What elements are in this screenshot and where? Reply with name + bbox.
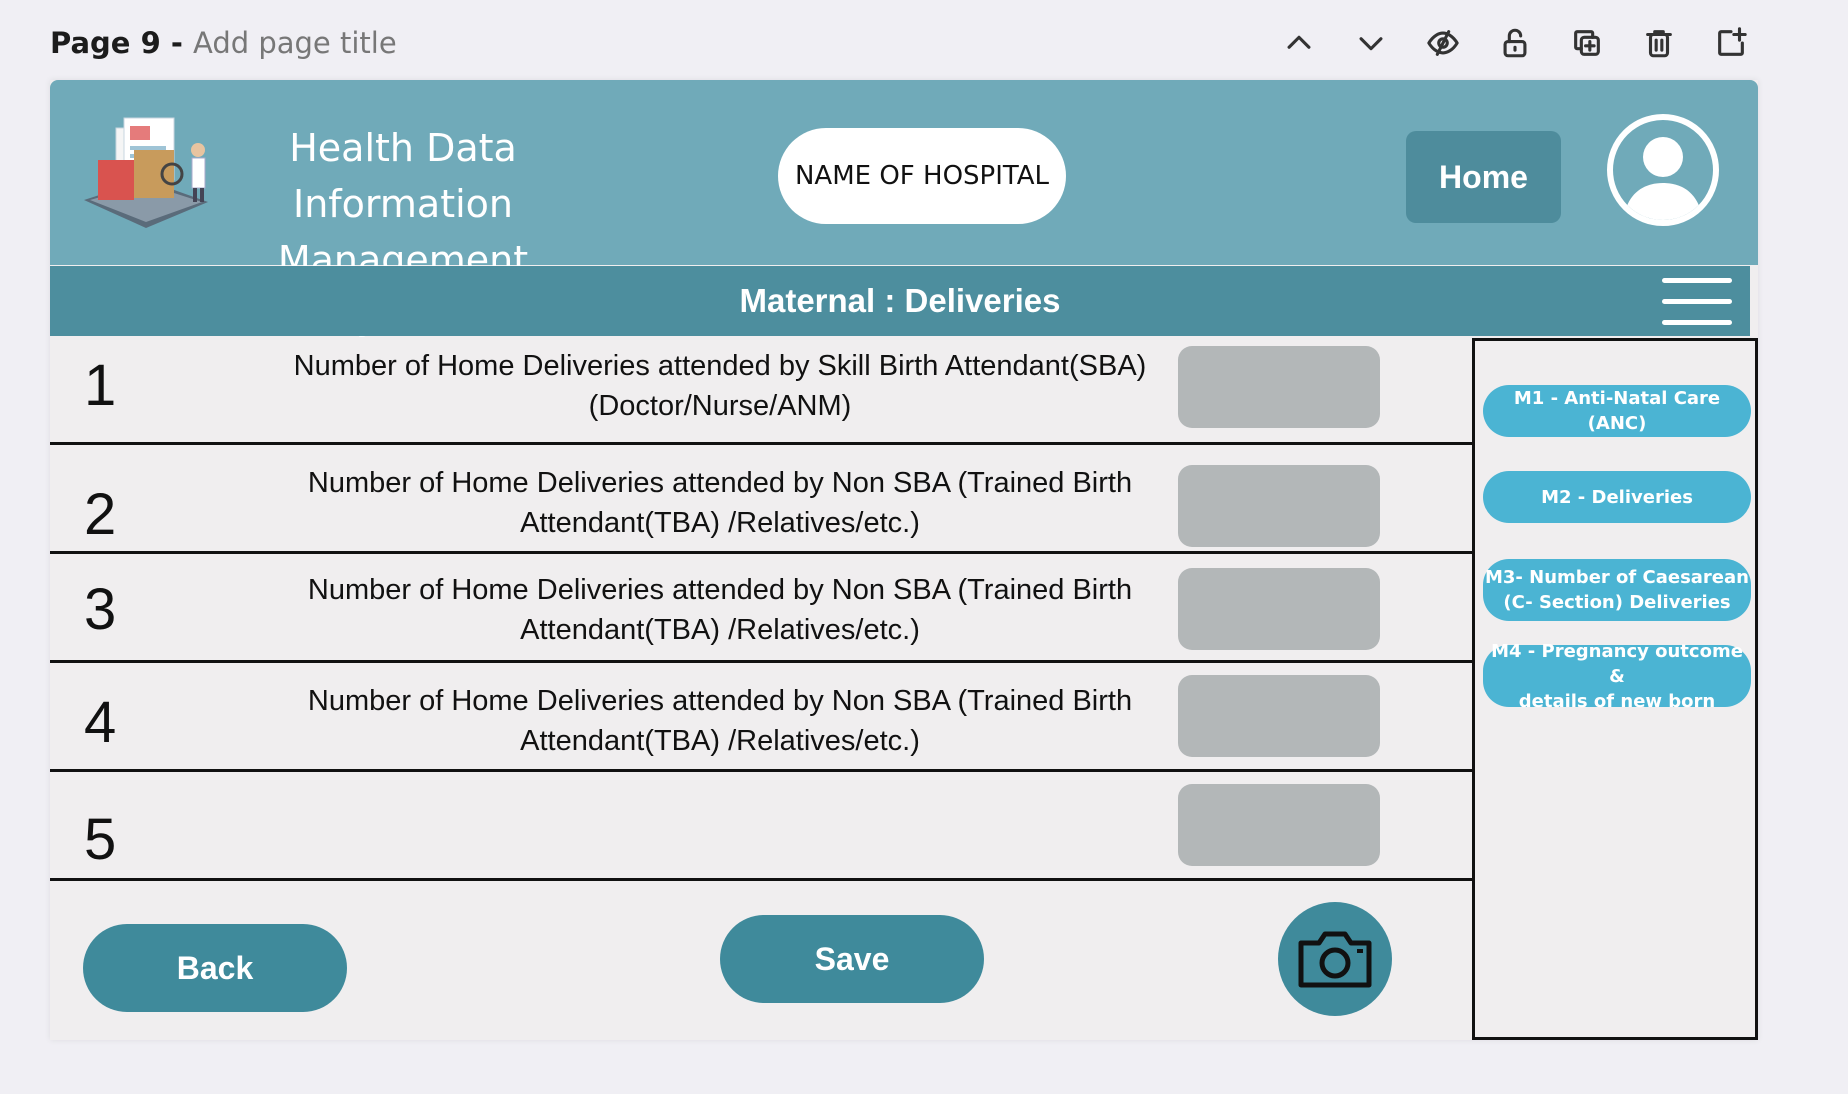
sidebar-item-label: M1 - Anti-Natal Care (ANC): [1513, 388, 1721, 434]
row-label-line1: Number of Home Deliveries attended by No…: [307, 685, 1133, 717]
row-value-input[interactable]: [1178, 465, 1380, 547]
row-value-input[interactable]: [1178, 784, 1380, 866]
sidebar-item-m4[interactable]: M4 - Pregnancy outcome & details of new …: [1483, 641, 1751, 712]
row-label-line2: (Doctor/Nurse/ANM): [588, 390, 852, 422]
row-label: Number of Home Deliveries attended by No…: [180, 463, 1260, 543]
camera-icon: [1298, 931, 1372, 988]
page-title-placeholder[interactable]: Add page title: [193, 26, 397, 60]
row-value-input[interactable]: [1178, 675, 1380, 757]
deliveries-table: 1 Number of Home Deliveries attended by …: [50, 338, 1472, 881]
row-label: Number of Home Deliveries attended by No…: [180, 570, 1260, 650]
row-label-line2: Attendant(TBA) /Relatives/etc.): [520, 614, 920, 646]
add-page-icon[interactable]: [1712, 24, 1750, 62]
sidebar-item-m2[interactable]: M2 - Deliveries: [1483, 471, 1751, 523]
row-label-line2: Attendant(TBA) /Relatives/etc.): [520, 725, 920, 757]
row-number: 5: [84, 807, 117, 872]
page-separator: -: [160, 26, 193, 60]
table-row: 1 Number of Home Deliveries attended by …: [50, 338, 1472, 445]
page-number: Page 9: [50, 26, 161, 60]
app-title-line1: Health Data Information: [289, 126, 517, 226]
user-avatar-icon[interactable]: [1606, 113, 1720, 227]
eye-slash-icon[interactable]: [1424, 24, 1462, 62]
health-records-logo-icon: [84, 117, 208, 228]
sidebar-item-label-line1: M3- Number of Caesarean: [1485, 567, 1749, 588]
row-label: Number of Home Deliveries attended by No…: [180, 681, 1260, 761]
row-label-line2: Attendant(TBA) /Relatives/etc.): [520, 507, 920, 539]
back-button[interactable]: Back: [83, 924, 347, 1012]
table-row: 5: [50, 772, 1472, 881]
hamburger-menu-icon[interactable]: [1662, 278, 1732, 328]
sidebar-item-label: M2 - Deliveries: [1541, 486, 1693, 508]
row-number: 4: [84, 690, 117, 755]
row-label-line1: Number of Home Deliveries attended by No…: [307, 574, 1133, 606]
unlock-icon[interactable]: [1496, 24, 1534, 62]
save-button[interactable]: Save: [720, 915, 984, 1003]
sidebar-item-m3[interactable]: M3- Number of Caesarean (C- Section) Del…: [1483, 559, 1751, 621]
table-row: 3 Number of Home Deliveries attended by …: [50, 554, 1472, 663]
category-sidebar: M1 - Anti-Natal Care (ANC) M2 - Deliveri…: [1472, 338, 1758, 1040]
sidebar-item-m1[interactable]: M1 - Anti-Natal Care (ANC): [1483, 385, 1751, 437]
row-label: Number of Home Deliveries attended by Sk…: [180, 346, 1260, 426]
page-toolbar: [1280, 24, 1750, 62]
duplicate-icon[interactable]: [1568, 24, 1606, 62]
row-number: 2: [84, 482, 117, 547]
sidebar-item-label-line2: details of new born: [1518, 690, 1716, 712]
section-bar: Maternal : Deliveries: [50, 266, 1750, 336]
hospital-name: NAME OF HOSPITAL: [778, 128, 1066, 224]
home-button[interactable]: Home: [1406, 131, 1561, 223]
sidebar-item-label-line1: M4 - Pregnancy outcome &: [1491, 640, 1743, 687]
row-label-line1: Number of Home Deliveries attended by No…: [307, 467, 1133, 499]
page-label[interactable]: Page 9 - Add page title: [50, 26, 397, 60]
row-value-input[interactable]: [1178, 346, 1380, 428]
camera-button[interactable]: [1278, 902, 1392, 1016]
chevron-down-icon[interactable]: [1352, 24, 1390, 62]
section-title: Maternal : Deliveries: [739, 282, 1061, 319]
app-header: Health Data Information Management Syste…: [50, 80, 1758, 338]
table-row: 4 Number of Home Deliveries attended by …: [50, 663, 1472, 772]
row-label-line1: Number of Home Deliveries attended by Sk…: [293, 350, 1147, 382]
row-value-input[interactable]: [1178, 568, 1380, 650]
row-number: 3: [84, 577, 117, 642]
row-number: 1: [84, 353, 117, 418]
chevron-up-icon[interactable]: [1280, 24, 1318, 62]
sidebar-item-label-line2: (C- Section) Deliveries: [1503, 592, 1731, 613]
trash-icon[interactable]: [1640, 24, 1678, 62]
app-canvas: Health Data Information Management Syste…: [50, 80, 1758, 1040]
table-row: 2 Number of Home Deliveries attended by …: [50, 445, 1472, 554]
